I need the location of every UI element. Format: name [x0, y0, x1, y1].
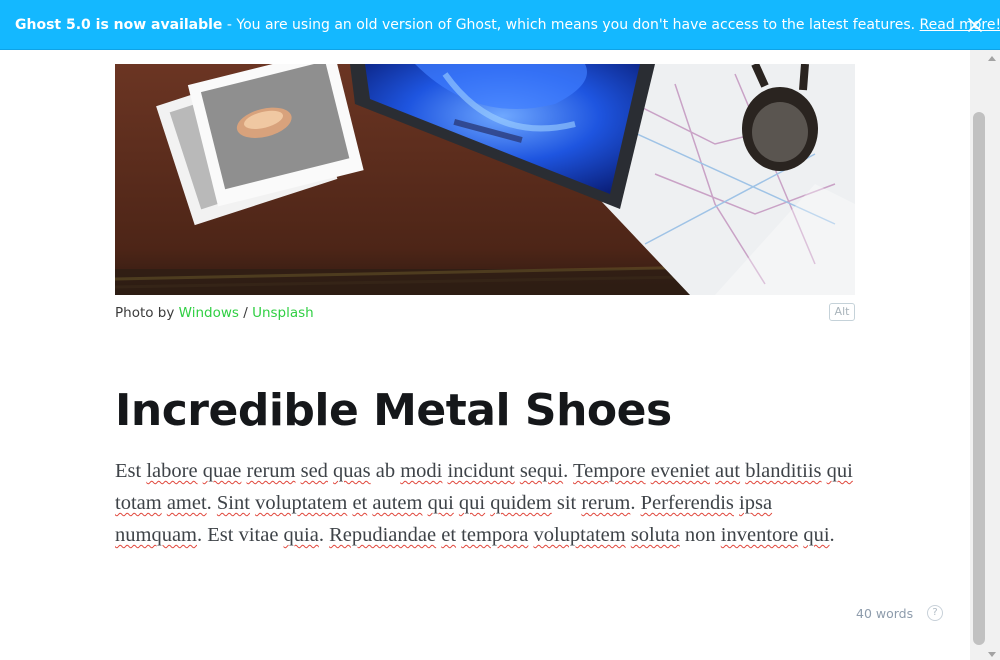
body-word: tempora [461, 524, 529, 546]
body-word: soluta [630, 524, 680, 546]
body-word: rerum [581, 492, 631, 514]
caption-author-link[interactable]: Windows [179, 305, 239, 321]
body-word: incidunt [447, 460, 515, 482]
body-word: blanditiis [745, 460, 822, 482]
body-word: numquam [115, 524, 197, 546]
body-word: voluptatem [255, 492, 348, 514]
caption-prefix: Photo by [115, 305, 179, 321]
body-word: Repudiandae [329, 524, 437, 546]
body-word: ipsa [739, 492, 773, 514]
body-word: Tempore [573, 460, 646, 482]
body-word: rerum [246, 460, 296, 482]
body-word: Sint [216, 492, 250, 514]
body-word: amet [166, 492, 207, 514]
body-word: quae [202, 460, 242, 482]
post-body[interactable]: Est labore quae rerum sed quas ab modi i… [115, 455, 860, 551]
body-word: sit [556, 492, 577, 514]
read-more-link[interactable]: Read more! [920, 17, 1000, 33]
body-word: non [684, 524, 716, 546]
feature-image-graphic [115, 64, 855, 295]
body-word: et [441, 524, 457, 546]
word-count: 40 words [856, 606, 914, 621]
body-word: quas [333, 460, 371, 482]
body-word: aut [715, 460, 741, 482]
body-word: quia [283, 524, 319, 546]
body-word: qui [458, 492, 486, 514]
body-word: voluptatem [533, 524, 626, 546]
body-word: Est [115, 460, 142, 482]
body-word: quidem [490, 492, 552, 514]
body-word: sed [300, 460, 328, 482]
scroll-down-arrow-icon[interactable] [988, 652, 996, 657]
feature-image[interactable] [115, 64, 855, 295]
body-word: inventore [720, 524, 799, 546]
image-caption[interactable]: Photo by Windows / Unsplash [115, 305, 314, 321]
close-icon[interactable] [966, 16, 984, 34]
body-word: et [352, 492, 368, 514]
caption-source-link[interactable]: Unsplash [252, 305, 314, 321]
body-word: Est [207, 524, 234, 546]
alt-text-button[interactable]: Alt [829, 303, 855, 321]
body-word: ab [375, 460, 396, 482]
body-word: autem [372, 492, 423, 514]
update-banner: Ghost 5.0 is now available - You are usi… [0, 0, 1000, 50]
post-title[interactable]: Incredible Metal Shoes [115, 383, 672, 439]
body-word: totam [115, 492, 162, 514]
banner-message: - You are using an old version of Ghost,… [222, 17, 920, 33]
body-word: qui [826, 460, 853, 482]
body-word: vitae [238, 524, 279, 546]
body-word: sequi [519, 460, 564, 482]
body-word: qui [427, 492, 454, 514]
editor-canvas: Photo by Windows / Unsplash Alt Incredib… [0, 50, 970, 660]
caption-separator: / [238, 305, 253, 321]
body-word: modi [400, 460, 443, 482]
body-word: labore [146, 460, 198, 482]
scroll-up-arrow-icon[interactable] [988, 56, 996, 61]
help-icon[interactable]: ? [927, 605, 943, 621]
scrollbar-thumb[interactable] [973, 112, 985, 645]
body-word: Perferendis [640, 492, 734, 514]
banner-text: Ghost 5.0 is now available - You are usi… [15, 16, 1000, 34]
body-word: eveniet [650, 460, 710, 482]
body-word: qui [803, 524, 830, 546]
banner-title: Ghost 5.0 is now available [15, 17, 223, 33]
